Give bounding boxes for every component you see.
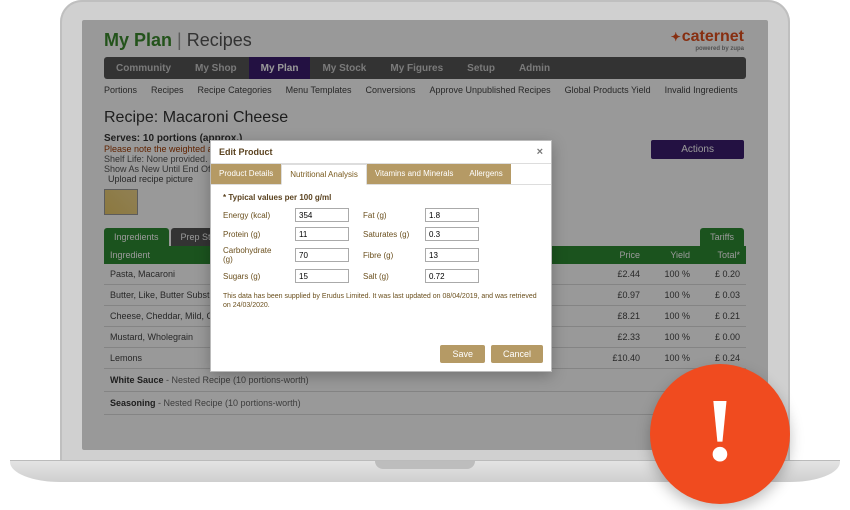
tab-ingredients[interactable]: Ingredients	[104, 228, 169, 246]
nav-my-stock[interactable]: My Stock	[310, 57, 378, 79]
sub-nav: Portions Recipes Recipe Categories Menu …	[104, 79, 746, 105]
laptop-notch	[375, 461, 475, 469]
edit-product-modal: Edit Product × Product Details Nutrition…	[210, 140, 552, 372]
nav-my-figures[interactable]: My Figures	[378, 57, 455, 79]
save-button[interactable]: Save	[440, 345, 485, 363]
nav-my-shop[interactable]: My Shop	[183, 57, 249, 79]
sugars-label: Sugars (g)	[223, 272, 283, 281]
nested-recipe[interactable]: Seasoning - Nested Recipe (10 portions-w…	[104, 392, 746, 415]
page-title: Recipe: Macaroni Cheese	[104, 109, 746, 127]
salt-label: Salt (g)	[363, 272, 413, 281]
protein-label: Protein (g)	[223, 230, 283, 239]
subnav-item[interactable]: Menu Templates	[286, 85, 352, 95]
nav-my-plan[interactable]: My Plan	[249, 57, 311, 79]
tab-tariffs[interactable]: Tariffs	[700, 228, 744, 246]
upload-label[interactable]: Upload recipe picture	[108, 174, 193, 184]
saturates-input[interactable]	[425, 227, 479, 241]
alert-badge: !	[650, 364, 790, 504]
modal-tabs: Product Details Nutritional Analysis Vit…	[211, 164, 551, 185]
tab-nutritional-analysis[interactable]: Nutritional Analysis	[281, 164, 367, 185]
data-disclaimer: This data has been supplied by Erudus Li…	[223, 292, 539, 310]
col-price: Price	[590, 250, 640, 260]
brand-logo: ✦caternet powered by zupa	[671, 28, 744, 52]
screen: ✦caternet powered by zupa My Plan | Reci…	[82, 20, 768, 450]
fat-input[interactable]	[425, 208, 479, 222]
nav-admin[interactable]: Admin	[507, 57, 562, 79]
protein-input[interactable]	[295, 227, 349, 241]
nav-setup[interactable]: Setup	[455, 57, 507, 79]
salt-input[interactable]	[425, 269, 479, 283]
carb-input[interactable]	[295, 248, 349, 262]
breadcrumb-leaf: Recipes	[187, 30, 252, 50]
col-yield: Yield	[640, 250, 690, 260]
sugars-input[interactable]	[295, 269, 349, 283]
energy-input[interactable]	[295, 208, 349, 222]
top-nav: Community My Shop My Plan My Stock My Fi…	[104, 57, 746, 79]
fat-label: Fat (g)	[363, 211, 413, 220]
star-icon: ✦	[671, 30, 681, 44]
exclamation-icon: !	[705, 386, 735, 476]
subnav-item[interactable]: Approve Unpublished Recipes	[430, 85, 551, 95]
subnav-item[interactable]: Recipe Categories	[198, 85, 272, 95]
breadcrumb-root[interactable]: My Plan	[104, 30, 172, 50]
tab-allergens[interactable]: Allergens	[461, 164, 510, 184]
tab-product-details[interactable]: Product Details	[211, 164, 281, 184]
modal-body: * Typical values per 100 g/ml Energy (kc…	[211, 185, 551, 318]
recipe-thumbnail[interactable]	[104, 189, 138, 215]
modal-actions: Save Cancel	[440, 345, 543, 363]
energy-label: Energy (kcal)	[223, 211, 283, 220]
fibre-label: Fibre (g)	[363, 251, 413, 260]
subnav-item[interactable]: Recipes	[151, 85, 184, 95]
fibre-input[interactable]	[425, 248, 479, 262]
subnav-item[interactable]: Global Products Yield	[565, 85, 651, 95]
nested-recipe[interactable]: White Sauce - Nested Recipe (10 portions…	[104, 369, 746, 392]
breadcrumb: My Plan | Recipes	[104, 30, 746, 51]
subnav-item[interactable]: Conversions	[365, 85, 415, 95]
actions-button[interactable]: Actions	[651, 140, 744, 159]
modal-title: Edit Product	[219, 147, 273, 157]
brand-sub: powered by zupa	[671, 46, 744, 52]
close-icon[interactable]: ×	[537, 146, 543, 158]
tab-vitamins-minerals[interactable]: Vitamins and Minerals	[367, 164, 462, 184]
col-total: Total*	[690, 250, 740, 260]
cancel-button[interactable]: Cancel	[491, 345, 543, 363]
modal-header: Edit Product ×	[211, 141, 551, 164]
typical-values-note: * Typical values per 100 g/ml	[223, 193, 539, 202]
subnav-item[interactable]: Portions	[104, 85, 137, 95]
nutrition-fields: Energy (kcal) Fat (g) Protein (g) Satura…	[223, 208, 539, 283]
carb-label: Carbohydrate (g)	[223, 246, 283, 264]
saturates-label: Saturates (g)	[363, 230, 413, 239]
nav-community[interactable]: Community	[104, 57, 183, 79]
subnav-item[interactable]: Invalid Ingredients	[665, 85, 738, 95]
